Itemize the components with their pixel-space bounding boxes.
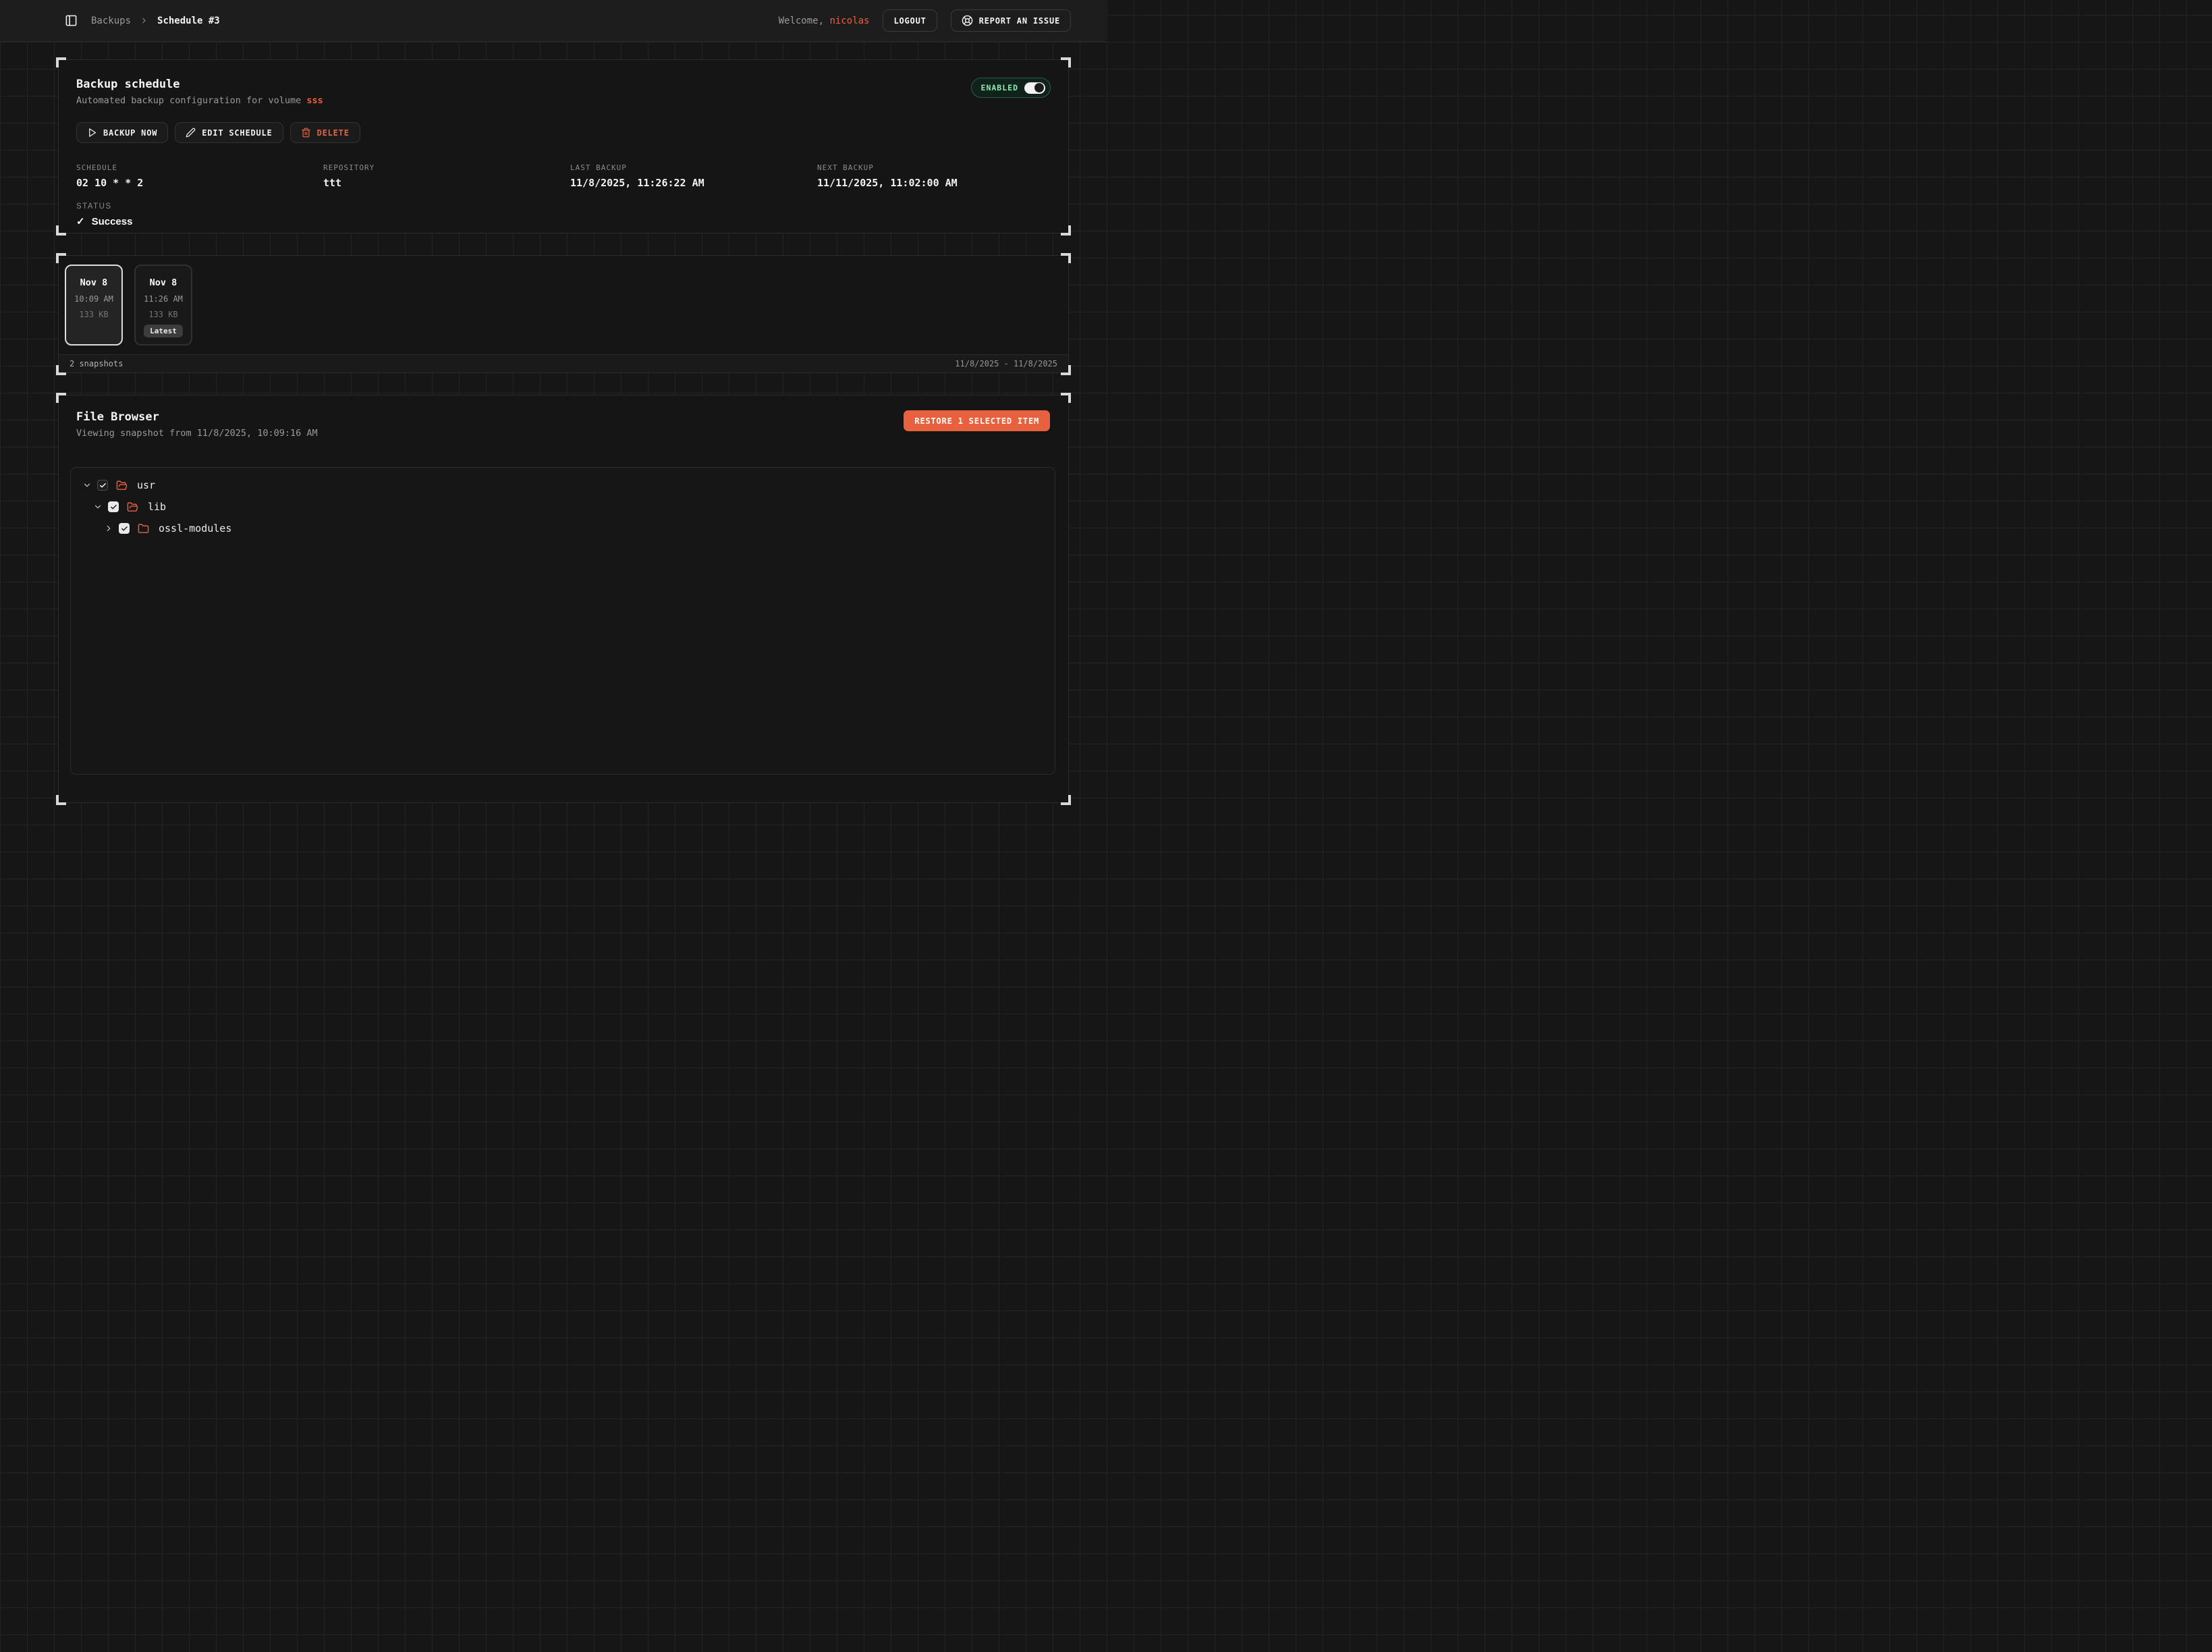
breadcrumb-backups-link[interactable]: Backups <box>91 16 131 26</box>
sidebar-toggle-button[interactable] <box>65 14 78 27</box>
field-value: 11/11/2025, 11:02:00 AM <box>817 177 1051 189</box>
corner-bracket <box>56 795 66 805</box>
file-browser-title: File Browser <box>76 410 318 424</box>
corner-bracket <box>56 225 66 236</box>
field-value: 02 10 * * 2 <box>76 177 323 189</box>
top-navbar: Backups Schedule #3 Welcome, nicolas LOG… <box>0 0 1106 42</box>
corner-bracket <box>56 57 66 67</box>
welcome-prefix: Welcome, <box>779 16 830 26</box>
snapshot-time: 10:09 AM <box>74 294 113 304</box>
field-label: NEXT BACKUP <box>817 163 1051 172</box>
status-block: STATUS ✓ Success <box>76 202 1051 227</box>
field-repository: REPOSITORY ttt <box>323 163 570 189</box>
corner-bracket <box>1061 225 1071 236</box>
folder-icon <box>138 523 149 534</box>
snapshot-time: 11:26 AM <box>144 294 183 304</box>
navbar-right: Welcome, nicolas LOGOUT REPORT AN ISSUE <box>779 9 1071 32</box>
delete-button[interactable]: DELETE <box>290 122 360 143</box>
lifebuoy-icon <box>962 15 973 26</box>
logout-label: LOGOUT <box>893 16 926 26</box>
snapshot-size: 133 KB <box>148 310 177 319</box>
toggle-knob <box>1034 83 1044 92</box>
latest-badge: Latest <box>144 325 183 337</box>
status-label: STATUS <box>76 202 1051 211</box>
chevron-right-icon <box>140 16 148 25</box>
tree-row-ossl-modules[interactable]: ossl-modules <box>71 518 1055 539</box>
snapshots-footer: 2 snapshots 11/8/2025 - 11/8/2025 <box>59 354 1068 373</box>
snapshots-section: Nov 8 10:09 AM 133 KB Nov 8 11:26 AM 133… <box>58 255 1069 373</box>
backup-now-label: BACKUP NOW <box>103 128 157 138</box>
tree-item-label: usr <box>137 479 155 491</box>
chevron-right-icon[interactable] <box>104 524 113 533</box>
welcome-text: Welcome, nicolas <box>779 16 870 26</box>
volume-name: sss <box>306 95 323 106</box>
chevron-down-icon[interactable] <box>82 480 92 490</box>
checkbox-lib[interactable] <box>108 501 119 512</box>
play-icon <box>87 128 97 138</box>
check-icon: ✓ <box>76 215 85 227</box>
folder-open-icon <box>127 501 138 513</box>
checkbox-usr[interactable] <box>97 480 108 491</box>
schedule-card-header: Backup schedule Automated backup configu… <box>76 78 1051 106</box>
chevron-down-icon[interactable] <box>93 502 103 512</box>
backup-schedule-card: Backup schedule Automated backup configu… <box>58 59 1069 233</box>
field-label: REPOSITORY <box>323 163 570 172</box>
file-browser-header: File Browser Viewing snapshot from 11/8/… <box>59 395 1068 439</box>
field-value: 11/8/2025, 11:26:22 AM <box>570 177 817 189</box>
toggle-switch[interactable] <box>1024 82 1045 94</box>
snapshot-size: 133 KB <box>79 310 108 319</box>
logout-button[interactable]: LOGOUT <box>883 9 937 32</box>
status-value: ✓ Success <box>76 215 1051 227</box>
field-label: LAST BACKUP <box>570 163 817 172</box>
enabled-label: ENABLED <box>981 83 1018 92</box>
folder-open-icon <box>116 480 128 491</box>
schedule-actions: BACKUP NOW EDIT SCHEDULE DELETE <box>76 122 1051 143</box>
restore-selected-button[interactable]: RESTORE 1 SELECTED ITEM <box>904 410 1050 431</box>
schedule-fields: SCHEDULE 02 10 * * 2 REPOSITORY ttt LAST… <box>76 163 1051 189</box>
delete-label: DELETE <box>317 128 350 138</box>
edit-schedule-label: EDIT SCHEDULE <box>202 128 272 138</box>
report-issue-label: REPORT AN ISSUE <box>979 16 1060 26</box>
schedule-card-title: Backup schedule <box>76 78 323 91</box>
main-content: Backup schedule Automated backup configu… <box>0 42 1106 803</box>
snapshot-list: Nov 8 10:09 AM 133 KB Nov 8 11:26 AM 133… <box>59 256 1068 354</box>
file-tree-panel: usr lib <box>70 467 1055 775</box>
field-last-backup: LAST BACKUP 11/8/2025, 11:26:22 AM <box>570 163 817 189</box>
snapshot-count: 2 snapshots <box>70 359 123 368</box>
file-browser-subtitle: Viewing snapshot from 11/8/2025, 10:09:1… <box>76 428 318 439</box>
snapshot-card-selected[interactable]: Nov 8 10:09 AM 133 KB <box>65 265 123 346</box>
report-issue-button[interactable]: REPORT AN ISSUE <box>951 9 1071 32</box>
trash-icon <box>301 128 311 138</box>
snapshot-date: Nov 8 <box>150 277 177 288</box>
snapshot-date-range: 11/8/2025 - 11/8/2025 <box>955 359 1057 368</box>
breadcrumb: Backups Schedule #3 <box>91 16 220 26</box>
breadcrumb-current: Schedule #3 <box>157 16 220 26</box>
backup-now-button[interactable]: BACKUP NOW <box>76 122 168 143</box>
snapshot-card-latest[interactable]: Nov 8 11:26 AM 133 KB Latest <box>134 265 192 346</box>
field-label: SCHEDULE <box>76 163 323 172</box>
panel-left-icon <box>65 14 78 27</box>
edit-schedule-button[interactable]: EDIT SCHEDULE <box>175 122 283 143</box>
subtitle-prefix: Automated backup configuration for volum… <box>76 95 306 106</box>
tree-row-usr[interactable]: usr <box>71 474 1055 496</box>
status-text: Success <box>92 216 133 227</box>
pencil-icon <box>186 128 196 138</box>
field-schedule: SCHEDULE 02 10 * * 2 <box>76 163 323 189</box>
snapshot-date: Nov 8 <box>80 277 108 288</box>
corner-bracket <box>1061 795 1071 805</box>
tree-item-label: lib <box>148 501 166 513</box>
navbar-left: Backups Schedule #3 <box>65 14 220 27</box>
corner-bracket <box>1061 57 1071 67</box>
tree-row-lib[interactable]: lib <box>71 496 1055 518</box>
field-next-backup: NEXT BACKUP 11/11/2025, 11:02:00 AM <box>817 163 1051 189</box>
checkbox-ossl-modules[interactable] <box>119 523 130 534</box>
tree-item-label: ossl-modules <box>159 522 231 534</box>
schedule-card-subtitle: Automated backup configuration for volum… <box>76 95 323 106</box>
file-browser-section: File Browser Viewing snapshot from 11/8/… <box>58 395 1069 803</box>
username: nicolas <box>829 16 869 26</box>
field-value: ttt <box>323 177 570 189</box>
enabled-toggle[interactable]: ENABLED <box>971 78 1051 98</box>
